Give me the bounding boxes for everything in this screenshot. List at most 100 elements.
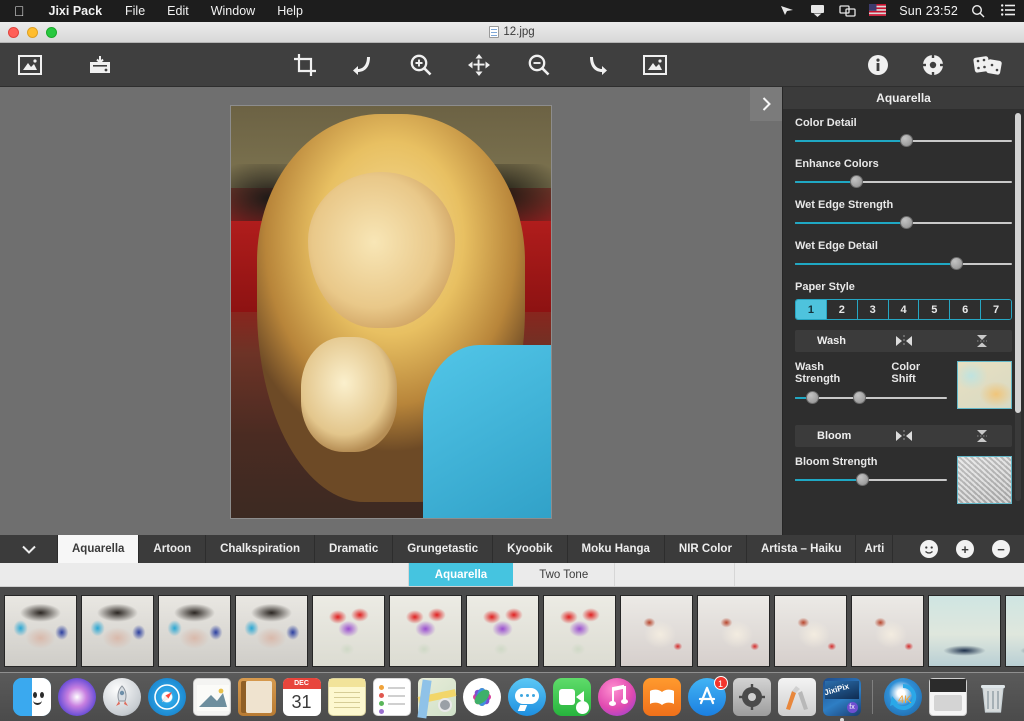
dock-item-safari[interactable] xyxy=(148,678,186,716)
wash-texture-swatch[interactable] xyxy=(957,361,1012,409)
style-thumbnail[interactable]: Style 12 xyxy=(851,595,924,682)
paper-style-option-1[interactable]: 1 xyxy=(796,300,827,319)
paper-style-option-4[interactable]: 4 xyxy=(889,300,920,319)
dock-item-photos[interactable] xyxy=(463,678,501,716)
redo-button[interactable] xyxy=(582,51,612,79)
slider-knob[interactable] xyxy=(950,257,963,270)
paper-style-option-7[interactable]: 7 xyxy=(981,300,1011,319)
tab-nir-color[interactable]: NIR Color xyxy=(665,535,747,563)
tab-kyoobik[interactable]: Kyoobik xyxy=(493,535,567,563)
slider-wet-edge-strength[interactable]: Wet Edge Strength xyxy=(795,199,1012,226)
paper-style-option-2[interactable]: 2 xyxy=(827,300,858,319)
slider-knob[interactable] xyxy=(856,473,869,486)
menubar-app-name[interactable]: Jixi Pack xyxy=(37,4,115,18)
tab-aquarella[interactable]: Aquarella xyxy=(58,535,139,563)
style-thumbnail[interactable]: Style 03 xyxy=(158,595,231,682)
flag-us-icon[interactable] xyxy=(869,4,886,18)
bloom-texture-swatch[interactable] xyxy=(957,456,1012,504)
dock-item-notes[interactable] xyxy=(328,678,366,716)
style-thumbnail[interactable]: Style 09 xyxy=(620,595,693,682)
tab-chalkspiration[interactable]: Chalkspiration xyxy=(206,535,315,563)
apple-icon[interactable]:  xyxy=(0,0,37,22)
dock-item-messages[interactable] xyxy=(508,678,546,716)
thumbnail-image[interactable] xyxy=(543,595,616,667)
style-thumbnail[interactable]: Style 05 xyxy=(312,595,385,682)
menu-edit[interactable]: Edit xyxy=(156,0,200,22)
thumbnail-image[interactable] xyxy=(312,595,385,667)
wash-section-header[interactable]: Wash xyxy=(795,330,1012,352)
open-image-button[interactable] xyxy=(15,51,45,79)
slider-knob[interactable] xyxy=(806,391,819,404)
minimize-button[interactable] xyxy=(27,27,38,38)
thumbnail-image[interactable] xyxy=(235,595,308,667)
thumbnail-image[interactable] xyxy=(389,595,462,667)
zoom-out-button[interactable] xyxy=(524,51,554,79)
add-preset-button[interactable]: + xyxy=(956,540,974,558)
mirror-horizontal-icon[interactable] xyxy=(891,335,917,347)
thumbnail-image[interactable] xyxy=(697,595,770,667)
random-button[interactable] xyxy=(970,51,1006,79)
tab-dramatic[interactable]: Dramatic xyxy=(315,535,393,563)
slider-knob[interactable] xyxy=(850,175,863,188)
slider-enhance-colors[interactable]: Enhance Colors xyxy=(795,158,1012,185)
search-icon[interactable] xyxy=(971,4,988,18)
style-thumbnail[interactable]: Style 02 xyxy=(81,595,154,682)
style-thumbnail[interactable]: Style 08 xyxy=(543,595,616,682)
slider-color-detail[interactable]: Color Detail xyxy=(795,117,1012,144)
menubar-clock[interactable]: Sun 23:52 xyxy=(899,4,958,18)
dock-item-downloads-stack[interactable] xyxy=(929,678,967,716)
dock-item-finder[interactable] xyxy=(13,678,51,716)
dock-item-system-preferences[interactable] xyxy=(733,678,771,716)
thumbnail-image[interactable] xyxy=(158,595,231,667)
slider-track[interactable] xyxy=(795,261,1012,267)
thumbnail-image[interactable] xyxy=(774,595,847,667)
dock-item-mail[interactable] xyxy=(193,678,231,716)
screen-mirror-icon[interactable] xyxy=(839,4,856,18)
menu-help[interactable]: Help xyxy=(266,0,314,22)
panel-scrollbar-thumb[interactable] xyxy=(1015,113,1021,413)
paper-style-option-3[interactable]: 3 xyxy=(858,300,889,319)
thumbnail-image[interactable] xyxy=(4,595,77,667)
window-titlebar[interactable]: 12.jpg xyxy=(0,22,1024,43)
dock-item-contacts[interactable] xyxy=(238,678,276,716)
collapse-vertical-icon[interactable] xyxy=(974,428,990,444)
dock-item-preview[interactable] xyxy=(778,678,816,716)
panel-scrollbar[interactable] xyxy=(1015,113,1021,501)
thumbnail-image[interactable] xyxy=(1005,595,1024,667)
menu-file[interactable]: File xyxy=(114,0,156,22)
style-thumbnail[interactable]: Style 11 xyxy=(774,595,847,682)
slider-knob[interactable] xyxy=(900,216,913,229)
paper-style-option-6[interactable]: 6 xyxy=(950,300,981,319)
zoom-button[interactable] xyxy=(46,27,57,38)
dock-item-siri[interactable] xyxy=(58,678,96,716)
pan-button[interactable] xyxy=(464,51,494,79)
edited-photo[interactable] xyxy=(230,105,552,519)
dock-item-ibooks[interactable] xyxy=(643,678,681,716)
slider-wash-strength[interactable] xyxy=(795,395,947,401)
undo-button[interactable] xyxy=(348,51,378,79)
slider-bloom-strength[interactable] xyxy=(795,477,947,483)
info-button[interactable] xyxy=(863,51,893,79)
paper-style-segmented-control[interactable]: 1 2 3 4 5 6 7 xyxy=(795,299,1012,320)
dock-item-calendar[interactable]: DEC 31 xyxy=(283,678,321,716)
vpn-icon[interactable] xyxy=(779,4,796,18)
fit-to-screen-button[interactable] xyxy=(640,51,670,79)
dock-item-facetime[interactable] xyxy=(553,678,591,716)
tab-arti[interactable]: Arti xyxy=(856,535,893,563)
zoom-in-button[interactable] xyxy=(406,51,436,79)
notification-center-icon[interactable] xyxy=(1001,4,1018,18)
chevron-down-icon[interactable] xyxy=(0,535,58,563)
dock-item-app-store[interactable]: 1 xyxy=(688,678,726,716)
crop-button[interactable] xyxy=(290,51,320,79)
presets-button[interactable] xyxy=(920,540,938,558)
airplay-icon[interactable] xyxy=(809,4,826,18)
save-image-button[interactable] xyxy=(85,51,115,79)
sub-tab-aquarella[interactable]: Aquarella xyxy=(409,563,513,586)
thumbnail-image[interactable] xyxy=(620,595,693,667)
close-button[interactable] xyxy=(8,27,19,38)
slider-track[interactable] xyxy=(795,179,1012,185)
slider-wet-edge-detail[interactable]: Wet Edge Detail xyxy=(795,240,1012,267)
panel-toggle-button[interactable] xyxy=(750,87,782,121)
thumbnail-image[interactable] xyxy=(928,595,1001,667)
slider-track[interactable] xyxy=(795,138,1012,144)
